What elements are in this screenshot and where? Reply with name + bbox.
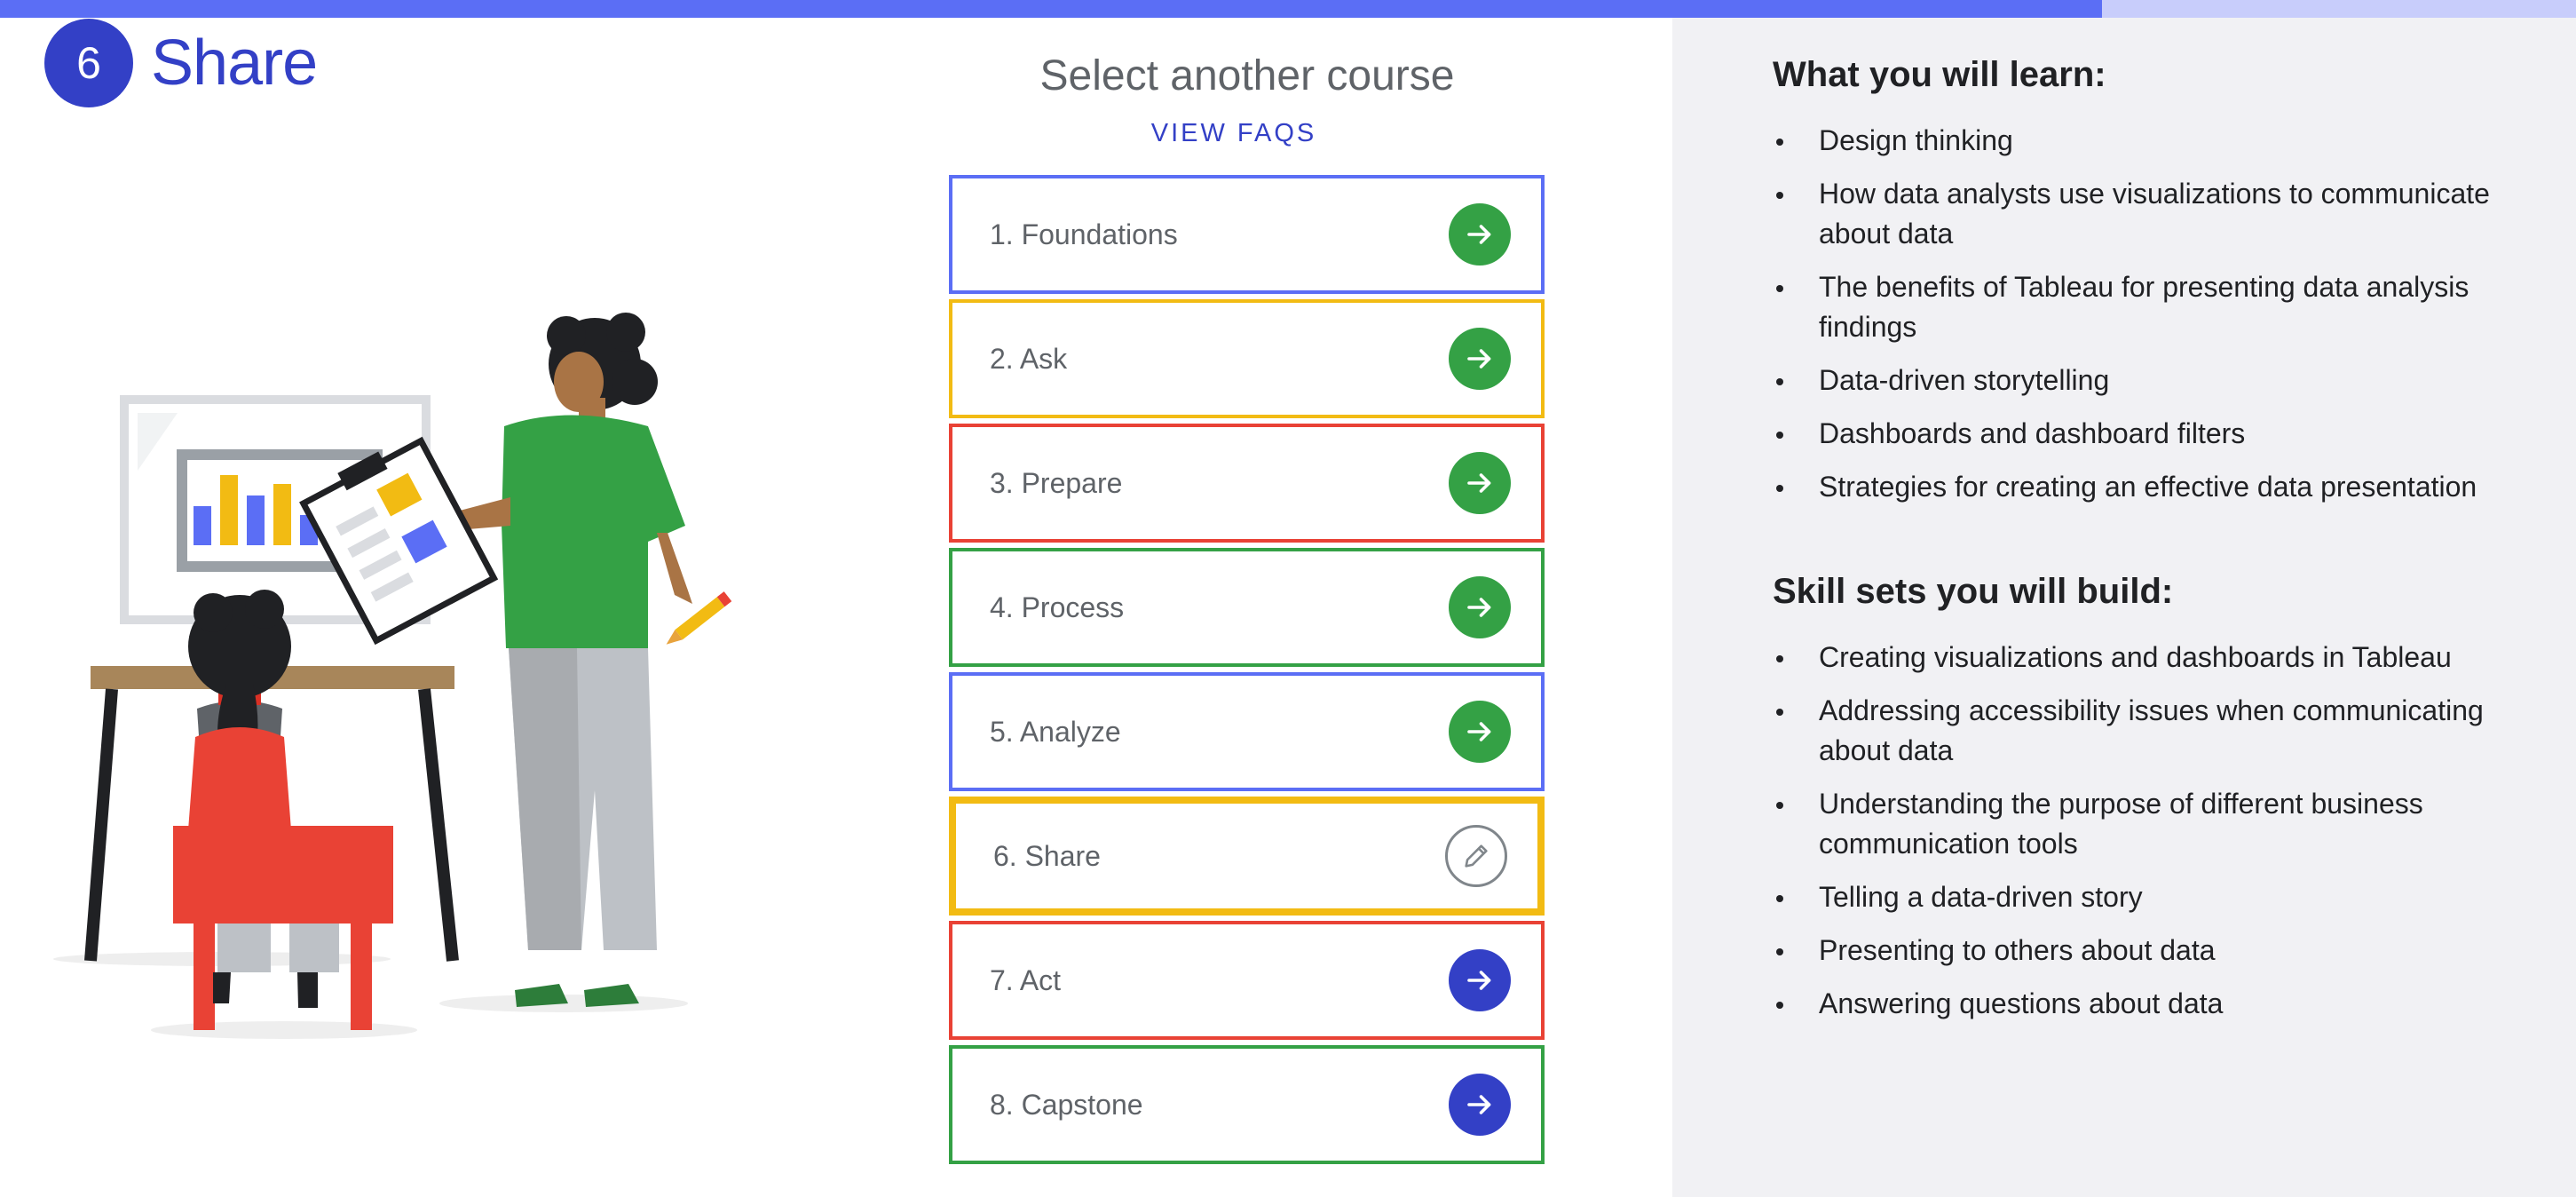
presentation-illustration [53, 313, 732, 1039]
skills-item: Presenting to others about data [1773, 931, 2536, 971]
learn-item: Design thinking [1773, 121, 2536, 161]
learn-item: The benefits of Tableau for presenting d… [1773, 267, 2536, 347]
arrow-right-icon [1467, 722, 1491, 741]
course-progress-fill [0, 0, 2103, 18]
course-item[interactable]: 4. Process [949, 548, 1545, 667]
course-item-label: 6. Share [993, 839, 1101, 872]
arrow-right-icon [1467, 598, 1491, 617]
arrow-right-icon [1467, 1095, 1491, 1114]
course-item[interactable]: 1. Foundations [949, 175, 1545, 294]
course-item[interactable]: 5. Analyze [949, 672, 1545, 791]
skills-item: Addressing accessibility issues when com… [1773, 691, 2536, 771]
course-item[interactable]: 8. Capstone [949, 1045, 1545, 1164]
course-item-label: 7. Act [990, 963, 1062, 996]
learn-item: Data-driven storytelling [1773, 361, 2536, 400]
learn-heading: What you will learn: [1773, 55, 2106, 94]
course-item-label: 8. Capstone [990, 1088, 1143, 1121]
skills-item: Understanding the purpose of different b… [1773, 784, 2536, 864]
go-to-course-button[interactable] [1449, 701, 1511, 763]
course-title: Share [151, 28, 318, 99]
course-item-label: 3. Prepare [990, 466, 1123, 499]
skills-item: Telling a data-driven story [1773, 877, 2536, 917]
learn-item: How data analysts use visualizations to … [1773, 174, 2536, 254]
go-to-course-button[interactable] [1449, 203, 1511, 266]
course-number-badge: 6 [44, 19, 133, 107]
arrow-right-icon [1467, 225, 1491, 244]
arrow-right-icon [1467, 349, 1491, 369]
go-to-course-button[interactable] [1449, 576, 1511, 638]
arrow-right-icon [1467, 971, 1491, 990]
course-progress-bar [0, 0, 2576, 18]
course-item-label: 1. Foundations [990, 218, 1178, 250]
go-to-course-button[interactable] [1449, 1074, 1511, 1136]
select-course-title: Select another course [1039, 52, 1455, 99]
skills-heading: Skill sets you will build: [1773, 572, 2174, 611]
current-course-edit-button[interactable] [1445, 825, 1507, 887]
course-item-label: 4. Process [990, 591, 1125, 623]
view-faqs-link[interactable]: VIEW FAQS [950, 119, 1518, 148]
course-item[interactable]: 6. Share [949, 797, 1545, 916]
course-header: 6 Share [44, 18, 318, 108]
arrow-right-icon [1467, 473, 1491, 493]
skills-list: Creating visualizations and dashboards i… [1773, 638, 2536, 1037]
course-item[interactable]: 2. Ask [949, 299, 1545, 418]
skills-item: Answering questions about data [1773, 984, 2536, 1024]
go-to-course-button[interactable] [1449, 949, 1511, 1011]
pencil-icon [1465, 844, 1488, 868]
learn-list: Design thinking How data analysts use vis… [1773, 121, 2536, 520]
course-item[interactable]: 7. Act [949, 921, 1545, 1040]
course-item-label: 5. Analyze [990, 715, 1121, 748]
go-to-course-button[interactable] [1449, 452, 1511, 514]
go-to-course-button[interactable] [1449, 328, 1511, 390]
skills-item: Creating visualizations and dashboards i… [1773, 638, 2536, 678]
learn-item: Dashboards and dashboard filters [1773, 414, 2536, 454]
learn-item: Strategies for creating an effective dat… [1773, 467, 2536, 507]
course-item-label: 2. Ask [990, 342, 1068, 375]
course-item[interactable]: 3. Prepare [949, 424, 1545, 543]
